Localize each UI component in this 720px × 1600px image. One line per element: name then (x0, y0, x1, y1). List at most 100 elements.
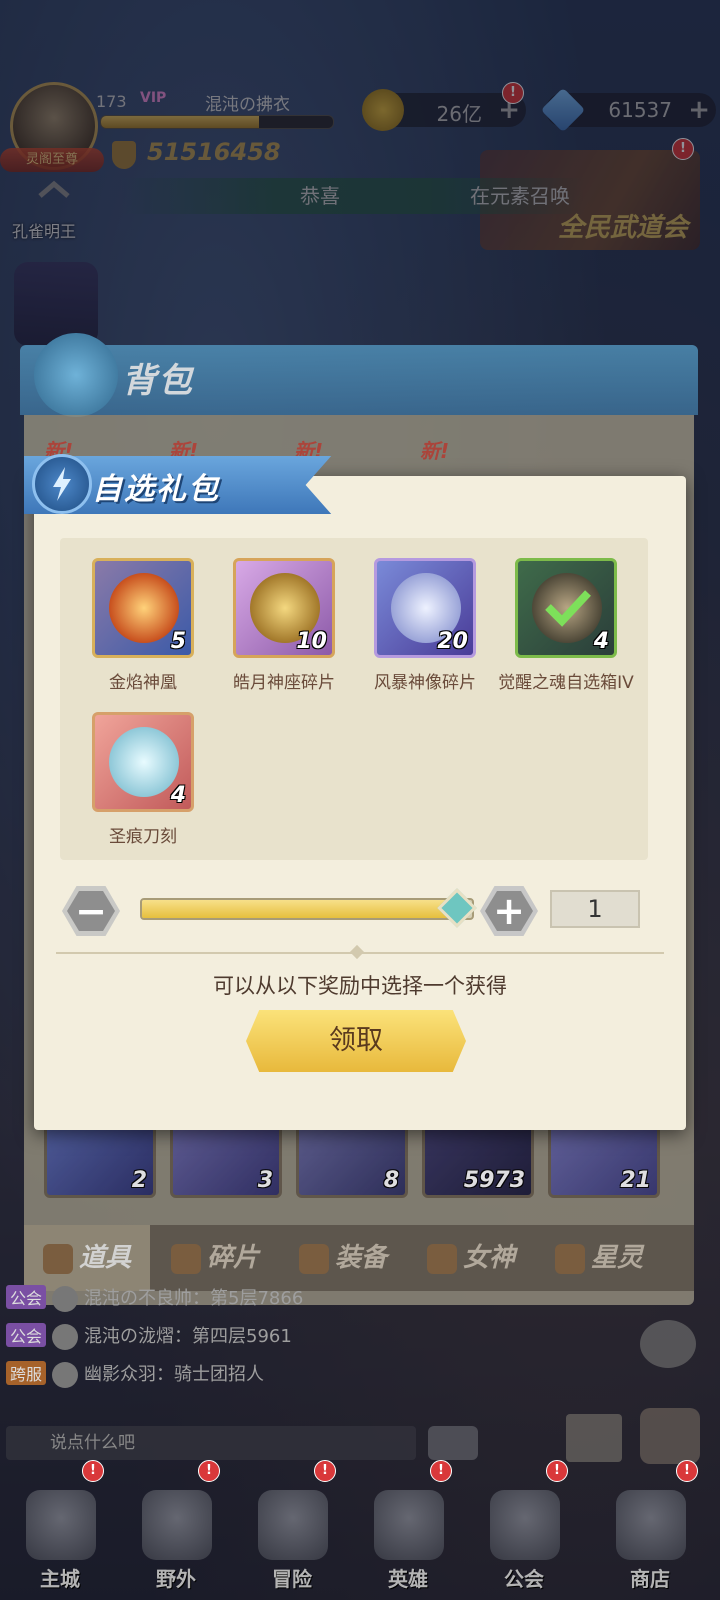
tab-star-spirit[interactable]: 星灵 (536, 1225, 662, 1291)
equipment-icon (298, 1243, 329, 1274)
blade-engraving-icon: 4 (92, 712, 194, 812)
star-icon (554, 1243, 585, 1274)
reward-name: 金焰神凰 (109, 673, 177, 693)
reward-item[interactable]: 10 皓月神座碎片 (217, 556, 349, 706)
slider-handle[interactable] (437, 888, 478, 928)
reward-art (109, 727, 179, 797)
increase-button[interactable]: + (480, 886, 538, 936)
quantity-field[interactable]: 1 (550, 890, 640, 928)
tab-label: 道具 (78, 1243, 131, 1273)
chat-line[interactable]: 公会 混沌の泷熠：第四层5961 (6, 1322, 292, 1352)
item-count: 21 (620, 1168, 651, 1193)
tab-fragments[interactable]: 碎片 (152, 1225, 278, 1291)
nav-label: 冒险 (272, 1567, 312, 1591)
nav-heroes[interactable]: 英雄! (348, 1460, 468, 1600)
minus-symbol: − (75, 889, 107, 933)
reward-grid: 5 金焰神凰 10 皓月神座碎片 20 风暴神像碎片 4 觉醒之魂自选箱IV 4… (60, 538, 648, 860)
reward-item[interactable]: 4 觉醒之魂自选箱IV (498, 556, 634, 706)
nav-label: 公会 (504, 1567, 544, 1591)
tab-equipment[interactable]: 装备 (280, 1225, 406, 1291)
guild-banner-icon (490, 1490, 560, 1560)
chat-avatar (52, 1362, 79, 1388)
field-icon (142, 1490, 212, 1560)
selection-pack-dialog: 自选礼包 5 金焰神凰 10 皓月神座碎片 20 风暴神像碎片 4 觉醒之魂自选… (24, 454, 686, 1130)
decrease-button[interactable]: − (62, 886, 120, 936)
friends-icon[interactable] (640, 1320, 696, 1368)
checkmark-icon (545, 590, 591, 627)
nav-alert-dot: ! (676, 1460, 698, 1482)
tab-goddess[interactable]: 女神 (408, 1225, 534, 1291)
quantity-selector: − + 1 (60, 886, 660, 936)
storm-statue-shard-icon: 20 (374, 558, 476, 658)
goddess-icon (426, 1243, 457, 1274)
shop-icon (616, 1490, 686, 1560)
nav-label: 商店 (630, 1567, 670, 1591)
fragment-icon (170, 1243, 201, 1274)
nav-label: 英雄 (388, 1567, 428, 1591)
nav-field[interactable]: 野外! (116, 1460, 236, 1600)
backpack-shortcut-icon[interactable] (640, 1408, 700, 1464)
reward-name: 觉醒之魂自选箱IV (498, 673, 634, 693)
adventure-icon (258, 1490, 328, 1560)
nav-label: 野外 (156, 1567, 196, 1591)
soul-chest-icon: 4 (515, 558, 617, 658)
phoenix-icon: 5 (92, 558, 194, 658)
nav-main-city[interactable]: 主城! (0, 1460, 120, 1600)
chat-input[interactable]: 说点什么吧 (6, 1426, 416, 1460)
reward-name: 圣痕刀刻 (109, 827, 177, 847)
reward-item[interactable]: 4 圣痕刀刻 (76, 710, 208, 860)
item-count: 5973 (463, 1168, 525, 1193)
reward-count: 10 (296, 629, 327, 654)
tab-label: 装备 (334, 1243, 387, 1273)
nav-adventure[interactable]: 冒险! (232, 1460, 352, 1600)
chat-message: 混沌の泷熠：第四层5961 (84, 1326, 292, 1347)
castle-icon (26, 1490, 96, 1560)
nav-shop[interactable]: 商店! (590, 1460, 710, 1600)
nav-alert-dot: ! (546, 1460, 568, 1482)
reward-item[interactable]: 5 金焰神凰 (76, 556, 208, 706)
reward-count: 4 (593, 629, 609, 654)
item-count: 2 (131, 1168, 147, 1193)
reward-count: 4 (170, 783, 186, 808)
chat-avatar (52, 1324, 79, 1350)
dialog-title: 自选礼包 (92, 472, 220, 507)
instruction-text: 可以从以下奖励中选择一个获得 (213, 974, 507, 998)
tab-label: 碎片 (206, 1243, 259, 1273)
new-tag: 新! (420, 439, 450, 463)
tab-label: 星灵 (590, 1243, 643, 1273)
quantity-slider[interactable] (140, 898, 474, 920)
chat-line[interactable]: 公会 混沌の不良帅：第5层7866 (6, 1284, 303, 1314)
emoji-icon[interactable] (428, 1426, 478, 1460)
claim-button-label: 领取 (329, 1025, 383, 1056)
bottom-nav: 主城! 野外! 冒险! 英雄! 公会! 商店! (0, 1460, 720, 1600)
chat-message: 幽影众羽：骑士团招人 (84, 1364, 265, 1385)
lightning-icon (32, 454, 92, 514)
item-count: 8 (383, 1168, 399, 1193)
nav-guild[interactable]: 公会! (464, 1460, 584, 1600)
chat-channel-tag: 跨服 (6, 1361, 47, 1385)
nav-label: 主城 (40, 1567, 80, 1591)
nav-alert-dot: ! (198, 1460, 220, 1482)
divider-ornament (349, 944, 365, 960)
reward-item[interactable]: 20 风暴神像碎片 (358, 556, 490, 706)
reward-art (109, 573, 179, 643)
reward-name: 皓月神座碎片 (233, 673, 335, 693)
plus-symbol: + (493, 889, 525, 933)
slider-fill (142, 900, 456, 918)
chat-avatar (52, 1286, 79, 1312)
items-icon (42, 1243, 73, 1274)
ranking-podium-icon[interactable] (566, 1414, 622, 1462)
chat-channel-tag: 公会 (6, 1323, 47, 1347)
moon-throne-shard-icon: 10 (233, 558, 335, 658)
reward-count: 5 (170, 629, 186, 654)
nav-alert-dot: ! (314, 1460, 336, 1482)
helmet-icon (374, 1490, 444, 1560)
claim-button[interactable]: 领取 (246, 1010, 466, 1072)
chat-line[interactable]: 跨服 幽影众羽：骑士团招人 (6, 1360, 264, 1390)
nav-alert-dot: ! (430, 1460, 452, 1482)
nav-alert-dot: ! (82, 1460, 104, 1482)
tab-items[interactable]: 道具 (24, 1225, 150, 1291)
backpack-title: 背包 (122, 361, 194, 401)
chat-channel-tag: 公会 (6, 1285, 47, 1309)
reward-name: 风暴神像碎片 (374, 673, 476, 693)
